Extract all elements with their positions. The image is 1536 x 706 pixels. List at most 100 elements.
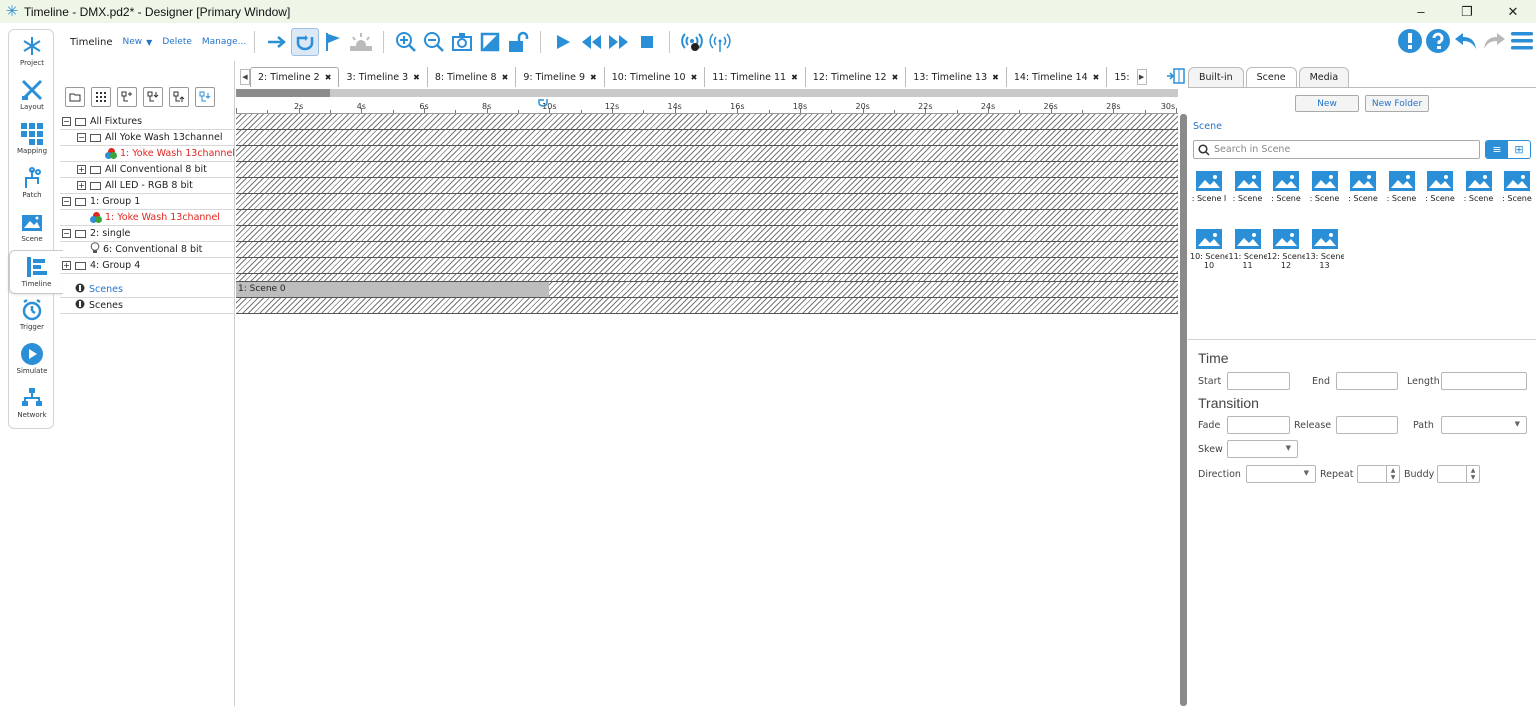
sidebar-item-layout[interactable]: Layout [9,74,55,118]
scene-thumbnail[interactable]: : Scene [1421,171,1459,219]
scene-clip[interactable]: 1: Scene 0 [236,282,549,297]
timeline-scrollbar-track[interactable] [330,89,1178,97]
fixture-lane[interactable] [236,226,1178,242]
expand-icon[interactable]: + [77,165,86,174]
close-tab-icon[interactable]: ✖ [791,73,798,82]
folder-icon[interactable] [65,87,85,107]
dock-panel-icon[interactable] [1166,67,1186,85]
scene-thumbnail[interactable]: : Scene [1267,171,1305,219]
timeline-ruler[interactable]: 2s 4s 6s 8s 10s 12s 14s 16s 18s 20s 22s 24s 26s 28s 30… [236,88,1178,114]
length-field[interactable] [1441,372,1527,390]
sidebar-item-trigger[interactable]: Trigger [9,294,55,338]
end-field[interactable] [1336,372,1398,390]
unlock-icon[interactable] [504,28,532,56]
tree-item[interactable]: + All Conventional 8 bit [60,162,235,178]
tab-built-in[interactable]: Built-in [1188,67,1244,87]
scene-track-item[interactable]: Scenes [60,298,235,314]
close-tab-icon[interactable]: ✖ [691,73,698,82]
rewind-icon[interactable] [577,28,605,56]
menu-icon[interactable] [1508,27,1536,55]
close-tab-icon[interactable]: ✖ [992,73,999,82]
scene-thumbnail[interactable]: 10: Scene 10 [1190,229,1228,277]
scene-thumbnail[interactable]: : Scene [1229,171,1267,219]
tab-timeline[interactable]: 11: Timeline 11 ✖ [705,67,806,87]
start-field[interactable] [1227,372,1290,390]
tree-item[interactable]: 1: Yoke Wash 13channel [60,210,235,226]
fixture-lane[interactable] [236,210,1178,226]
expand-all-icon[interactable] [117,87,137,107]
tree-item[interactable]: 1: Yoke Wash 13channel [60,146,235,162]
scene-thumbnail[interactable]: : Scene [1498,171,1536,219]
tab-timeline[interactable]: 10: Timeline 10 ✖ [605,67,706,87]
manage-timeline-button[interactable]: Manage... [202,37,246,47]
minimize-button[interactable]: – [1398,0,1444,23]
scene-thumbnail[interactable]: 12: Scene 12 [1267,229,1305,277]
tab-timeline[interactable]: 8: Timeline 8 ✖ [428,67,517,87]
close-button[interactable]: ✕ [1490,0,1536,23]
sidebar-item-scene[interactable]: Scene [9,206,55,250]
fixture-lane[interactable] [236,178,1178,194]
collapse-icon[interactable]: − [62,117,71,126]
arrow-right-icon[interactable] [263,28,291,56]
info-icon[interactable] [1396,27,1424,55]
scene-thumbnail[interactable]: : Scene [1344,171,1382,219]
select-area-icon[interactable] [476,28,504,56]
move-down-icon[interactable] [143,87,163,107]
fixture-lane[interactable] [236,258,1178,274]
playhead-icon[interactable] [537,97,549,107]
close-tab-icon[interactable]: ✖ [892,73,899,82]
sidebar-item-simulate[interactable]: Simulate [9,338,55,382]
buddy-stepper[interactable]: ▲ ▼ [1437,465,1480,483]
scene-thumbnail[interactable]: : Scene [1306,171,1344,219]
sidebar-item-timeline[interactable]: Timeline [9,250,63,294]
tab-timeline[interactable]: 14: Timeline 14 ✖ [1007,67,1108,87]
fixture-lane[interactable] [236,114,1178,130]
fixture-lane[interactable] [236,194,1178,210]
tab-scroll-left-icon[interactable]: ◀ [240,69,250,85]
help-icon[interactable] [1424,27,1452,55]
skew-select[interactable]: ▼ [1227,440,1298,458]
tab-timeline[interactable]: 2: Timeline 2 ✖ [250,67,340,87]
broadcast-settings-icon[interactable] [678,28,706,56]
fixture-lane[interactable] [236,242,1178,258]
redo-icon[interactable] [1480,27,1508,55]
sidebar-item-mapping[interactable]: Mapping [9,118,55,162]
tab-timeline[interactable]: 3: Timeline 3 ✖ [339,67,428,87]
view-toggle[interactable]: ≡ ⊞ [1485,140,1531,159]
new-folder-button[interactable]: New Folder [1365,95,1429,112]
scene-search-input[interactable]: Search in Scene [1193,140,1480,159]
tree-item[interactable]: +4: Group 4 [60,258,235,274]
sidebar-item-project[interactable]: Project [9,30,55,74]
fixture-lane[interactable] [236,130,1178,146]
collapse-icon[interactable]: − [62,229,71,238]
scene-thumbnail[interactable]: : Scene [1383,171,1421,219]
new-timeline-button[interactable]: New [123,37,143,47]
fixture-lane[interactable] [236,146,1178,162]
maximize-button[interactable]: ❐ [1444,0,1490,23]
tab-scroll-right-icon[interactable]: ▶ [1136,69,1147,85]
close-tab-icon[interactable]: ✖ [590,73,597,82]
tree-item[interactable]: − All Fixtures [60,114,235,130]
scene-thumbnail[interactable]: 11: Scene 11 [1229,229,1267,277]
scene-thumbnail[interactable]: : Scene I [1190,171,1228,219]
collapse-icon[interactable]: − [77,133,86,142]
release-field[interactable] [1336,416,1398,434]
sidebar-item-patch[interactable]: Patch [9,162,55,206]
tab-timeline[interactable]: 12: Timeline 12 ✖ [806,67,907,87]
tree-item[interactable]: − 2: single [60,226,235,242]
tab-timeline[interactable]: 13: Timeline 13 ✖ [906,67,1007,87]
grid-view-icon[interactable]: ⊞ [1508,141,1530,158]
fixture-lane[interactable] [236,162,1178,178]
scene-lane[interactable]: 1: Scene 0 [236,282,1178,298]
play-icon[interactable] [549,28,577,56]
direction-select[interactable]: ▼ [1246,465,1316,483]
close-tab-icon[interactable]: ✖ [502,73,509,82]
tab-timeline[interactable]: 15: [1107,67,1136,87]
delete-timeline-button[interactable]: Delete [162,37,192,47]
scene-track-item[interactable]: Scenes [60,282,235,298]
close-tab-icon[interactable]: ✖ [413,73,420,82]
broadcast-icon[interactable] [706,28,734,56]
tree-item[interactable]: + All LED - RGB 8 bit [60,178,235,194]
new-scene-button[interactable]: New [1295,95,1359,112]
collapse-icon[interactable]: − [62,197,71,206]
